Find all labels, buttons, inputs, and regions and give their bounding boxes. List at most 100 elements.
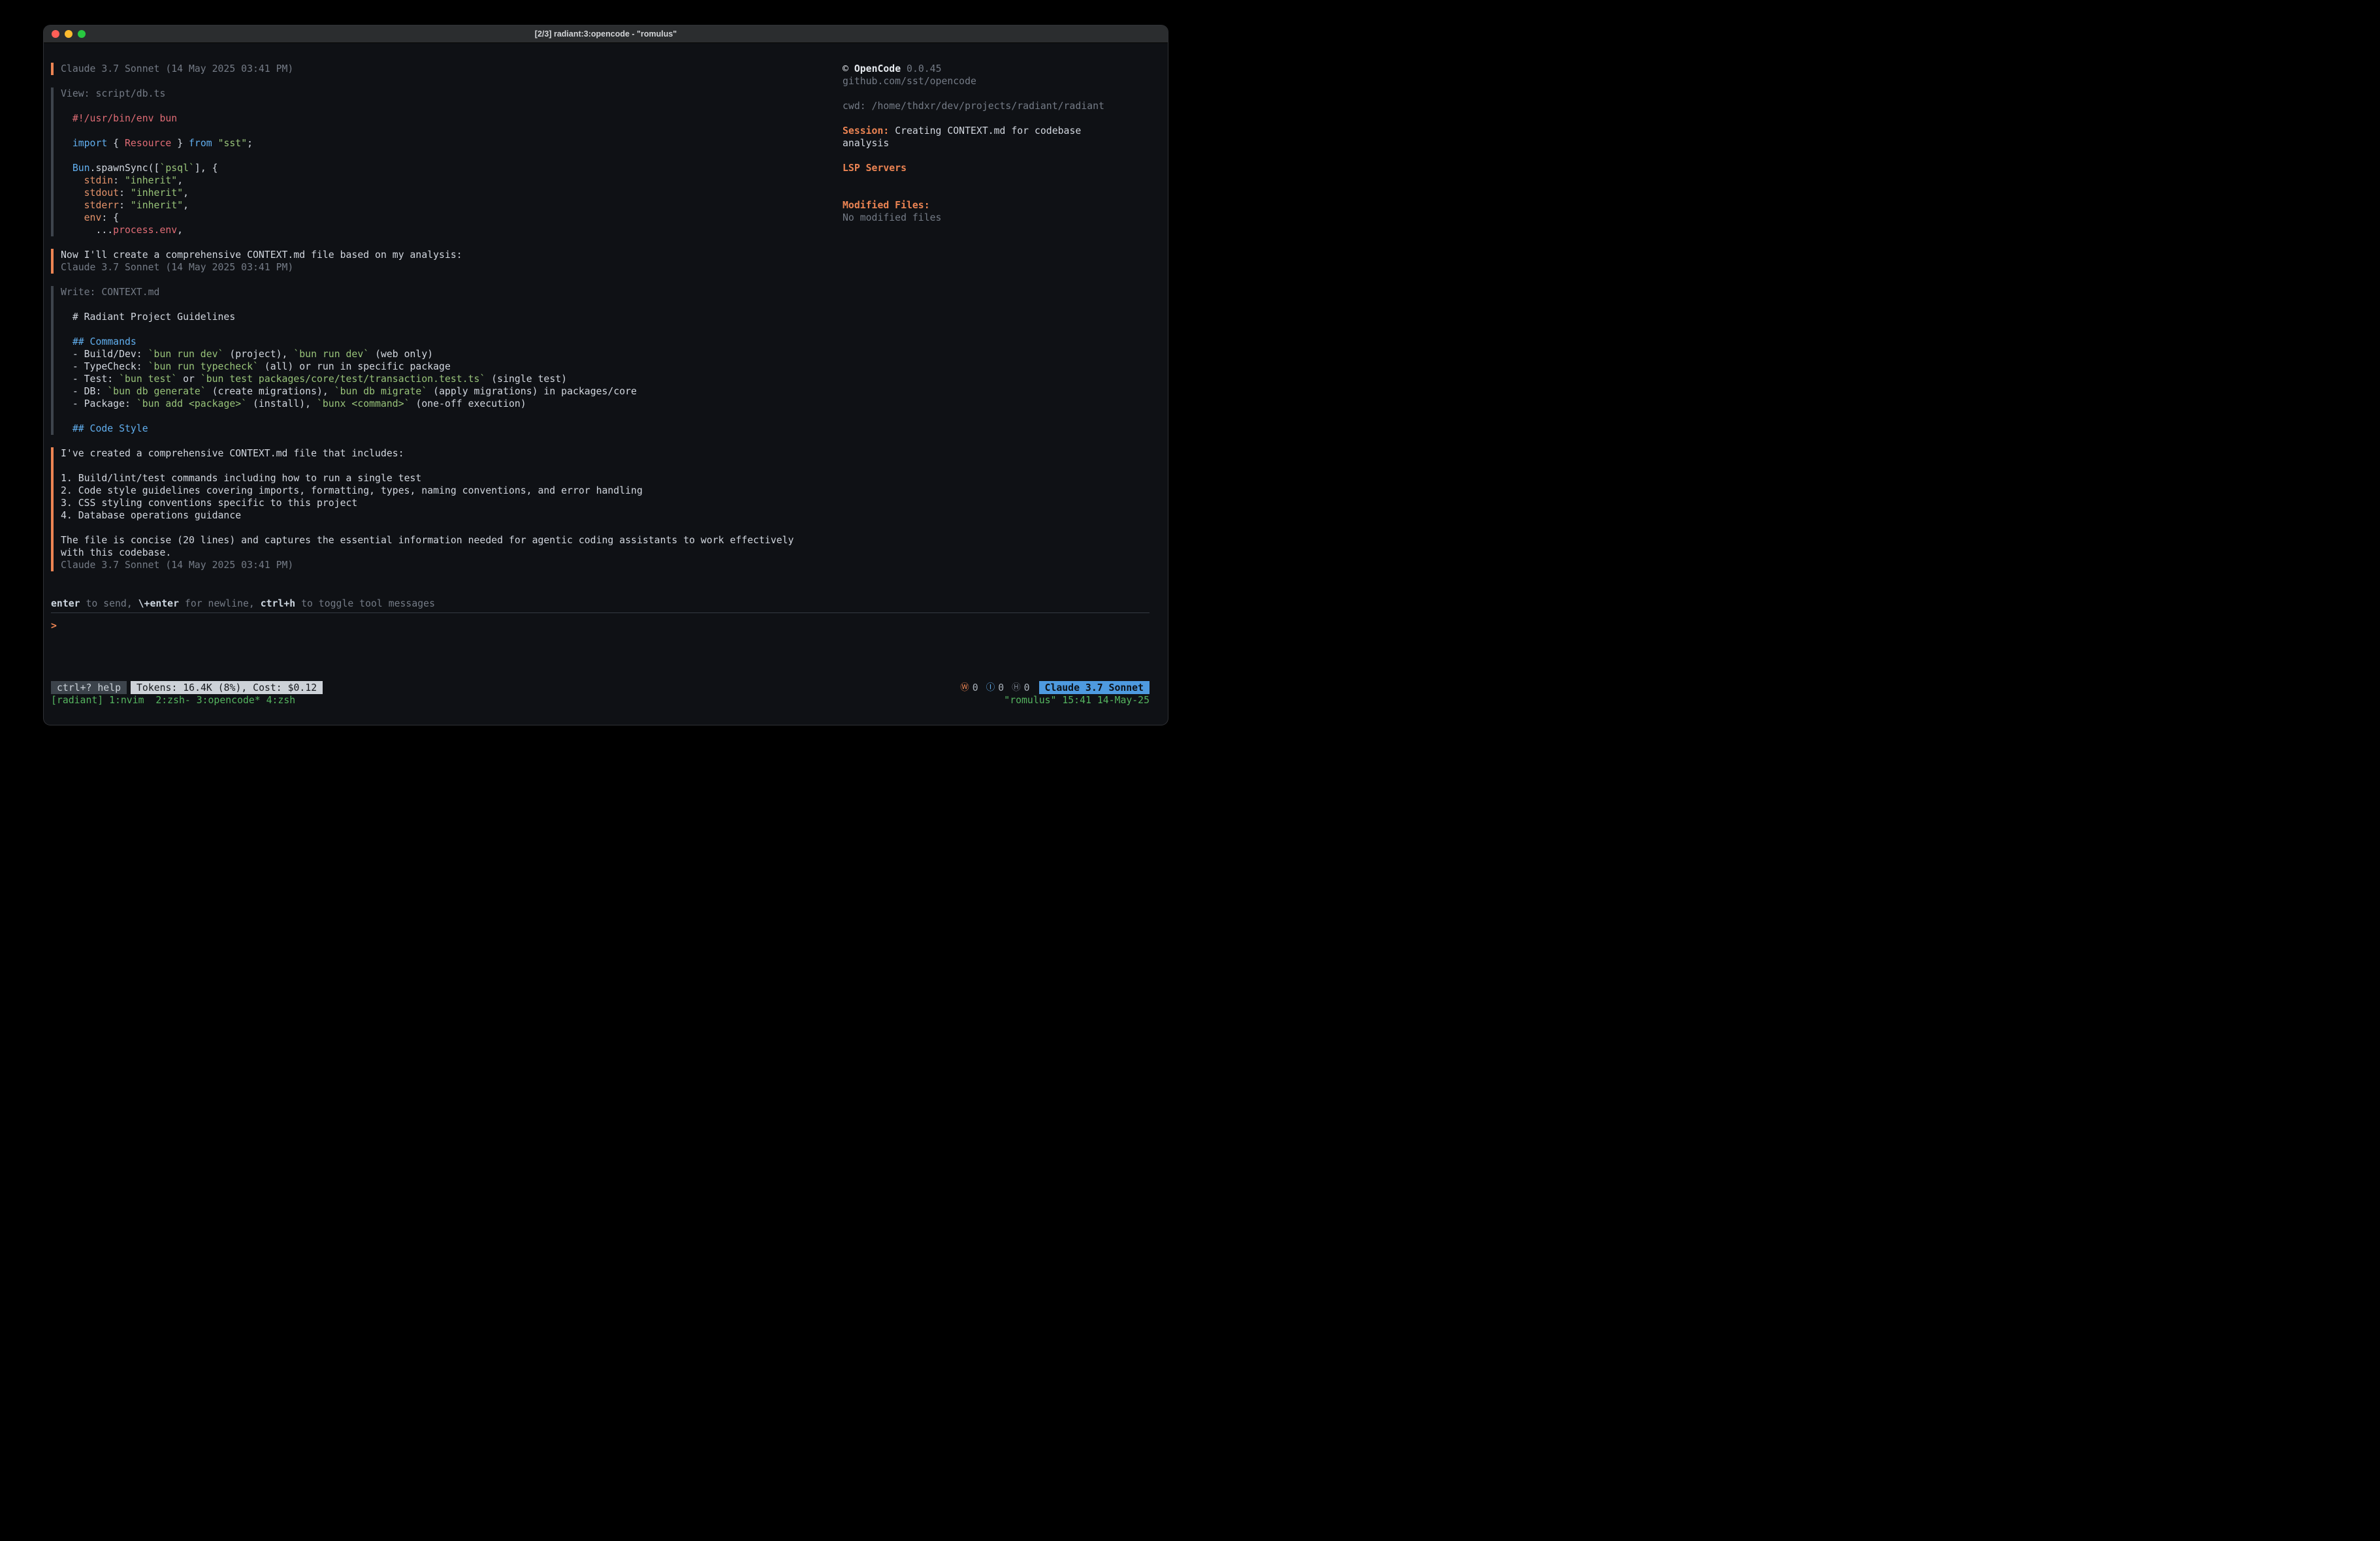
text-segment: or <box>177 373 201 385</box>
text-segment: import <box>72 138 107 149</box>
zoom-button-icon[interactable] <box>78 30 86 38</box>
prompt-symbol: > <box>51 620 57 631</box>
text-segment: Bun <box>72 163 90 174</box>
text-segment: from <box>189 138 212 149</box>
text-segment: - DB: <box>72 386 107 397</box>
text-line: stdout: "inherit", <box>72 187 843 199</box>
chat-messages: Claude 3.7 Sonnet (14 May 2025 03:41 PM)… <box>51 63 843 597</box>
text-segment: "inherit" <box>125 175 177 186</box>
text-segment: } <box>171 138 189 149</box>
text-segment: ## Commands <box>72 336 137 347</box>
text-segment: (web only) <box>369 349 433 360</box>
text-segment: stdout <box>72 187 119 199</box>
spacer <box>295 694 1004 707</box>
hint-icon: Ⓗ <box>1012 682 1021 694</box>
sidebar: © OpenCode 0.0.45 github.com/sst/opencod… <box>843 63 1150 597</box>
traffic-lights <box>52 30 86 38</box>
tokens-cost-badge: Tokens: 16.4K (8%), Cost: $0.12 <box>131 681 323 694</box>
main-row: Claude 3.7 Sonnet (14 May 2025 03:41 PM)… <box>51 63 1150 597</box>
brand: © OpenCode 0.0.45 <box>843 63 1112 75</box>
text-line: I've created a comprehensive CONTEXT.md … <box>61 447 843 460</box>
text-segment: : <box>113 175 125 186</box>
text-segment <box>212 138 218 149</box>
diagnostics: Ⓦ0 Ⓘ0 Ⓗ0 <box>960 682 1029 694</box>
text-segment: `bun db migrate` <box>334 386 428 397</box>
hint-count: 0 <box>1024 682 1030 694</box>
text-segment: .spawnSync([ <box>90 163 160 174</box>
text-segment: (all) or run in specific package <box>259 361 451 372</box>
text-line: stdin: "inherit", <box>72 174 843 187</box>
text-segment: "inherit" <box>131 187 183 199</box>
text-segment: - Build/Dev: <box>72 349 148 360</box>
text-line: Now I'll create a comprehensive CONTEXT.… <box>61 249 843 261</box>
text-segment: Claude 3.7 Sonnet (14 May 2025 03:41 PM) <box>61 560 293 571</box>
text-line: 3. CSS styling conventions specific to t… <box>61 497 843 509</box>
text-segment: enter <box>51 598 80 609</box>
spacer <box>843 150 1112 162</box>
text-segment: `bun run dev` <box>148 349 224 360</box>
text-segment: \+enter <box>138 598 179 609</box>
copyright-icon: © <box>843 63 848 74</box>
text-segment: # Radiant Project Guidelines <box>72 311 235 323</box>
text-segment: `bun test packages/core/test/transaction… <box>201 373 486 385</box>
tool-code-block: #!/usr/bin/env bun import { Resource } f… <box>61 100 843 236</box>
window-title: [2/3] radiant:3:opencode - "romulus" <box>44 29 1168 39</box>
text-line: Claude 3.7 Sonnet (14 May 2025 03:41 PM) <box>61 261 843 274</box>
text-segment: 4. Database operations guidance <box>61 510 241 521</box>
text-line <box>61 460 843 472</box>
text-segment: env <box>72 212 102 223</box>
text-line: 1. Build/lint/test commands including ho… <box>61 472 843 485</box>
text-segment: `bunx <command>` <box>317 398 410 409</box>
text-segment: - Test: <box>72 373 119 385</box>
assistant-message-header: Claude 3.7 Sonnet (14 May 2025 03:41 PM) <box>51 63 843 75</box>
text-line: Claude 3.7 Sonnet (14 May 2025 03:41 PM) <box>61 559 843 571</box>
text-segment: `bun add <package>` <box>137 398 247 409</box>
editor-help-hints: enter to send, \+enter for newline, ctrl… <box>51 597 1150 610</box>
text-segment: - Package: <box>72 398 137 409</box>
session-label: Session: <box>843 125 889 136</box>
terminal-content: Claude 3.7 Sonnet (14 May 2025 03:41 PM)… <box>44 43 1168 725</box>
text-line <box>61 522 843 534</box>
text-line <box>72 150 843 162</box>
text-line <box>72 100 843 112</box>
text-segment: , <box>183 187 189 199</box>
tool-call-view: View: script/db.ts #!/usr/bin/env bun im… <box>51 87 843 236</box>
modified-files-label: Modified Files: <box>843 199 1112 212</box>
warning-count: 0 <box>973 682 978 694</box>
text-segment: (single test) <box>485 373 567 385</box>
text-segment: , <box>183 200 189 211</box>
text-segment: to toggle tool messages <box>295 598 435 609</box>
spacer <box>843 112 1112 125</box>
cwd-label: cwd: /home/thdxr/dev/projects/radiant/ra… <box>843 100 1112 112</box>
text-segment: to send, <box>80 598 138 609</box>
prompt-input[interactable]: > <box>51 613 1150 681</box>
model-badge[interactable]: Claude 3.7 Sonnet <box>1039 681 1150 694</box>
brand-name: OpenCode <box>854 63 901 74</box>
text-line: stderr: "inherit", <box>72 199 843 212</box>
text-segment: { <box>107 138 125 149</box>
status-bar: ctrl+? help Tokens: 16.4K (8%), Cost: $0… <box>51 681 1150 694</box>
text-line: - TypeCheck: `bun run typecheck` (all) o… <box>72 360 843 373</box>
text-segment: ctrl+h <box>261 598 295 609</box>
text-line: import { Resource } from "sst"; <box>72 137 843 150</box>
text-segment: `bun run dev` <box>293 349 369 360</box>
window-titlebar[interactable]: [2/3] radiant:3:opencode - "romulus" <box>44 25 1168 43</box>
minimize-button-icon[interactable] <box>65 30 72 38</box>
text-segment: I've created a comprehensive CONTEXT.md … <box>61 448 404 459</box>
text-line: Bun.spawnSync([`psql`], { <box>72 162 843 174</box>
help-badge[interactable]: ctrl+? help <box>51 681 127 694</box>
text-line: 2. Code style guidelines covering import… <box>61 485 843 497</box>
text-segment: (project), <box>223 349 293 360</box>
text-segment: process.env <box>113 225 177 236</box>
text-line <box>72 298 843 311</box>
text-line: - Build/Dev: `bun run dev` (project), `b… <box>72 348 843 360</box>
close-button-icon[interactable] <box>52 30 59 38</box>
text-segment: stderr <box>72 200 119 211</box>
assistant-message: Now I'll create a comprehensive CONTEXT.… <box>51 249 843 274</box>
session-info: Session: Creating CONTEXT.md for codebas… <box>843 125 1112 150</box>
text-segment: `bun test` <box>119 373 177 385</box>
text-segment: `bun db generate` <box>107 386 206 397</box>
text-line: - Package: `bun add <package>` (install)… <box>72 398 843 410</box>
terminal-window: [2/3] radiant:3:opencode - "romulus" Cla… <box>43 25 1168 725</box>
tmux-session-windows[interactable]: [radiant] 1:nvim 2:zsh- 3:opencode* 4:zs… <box>51 694 295 707</box>
